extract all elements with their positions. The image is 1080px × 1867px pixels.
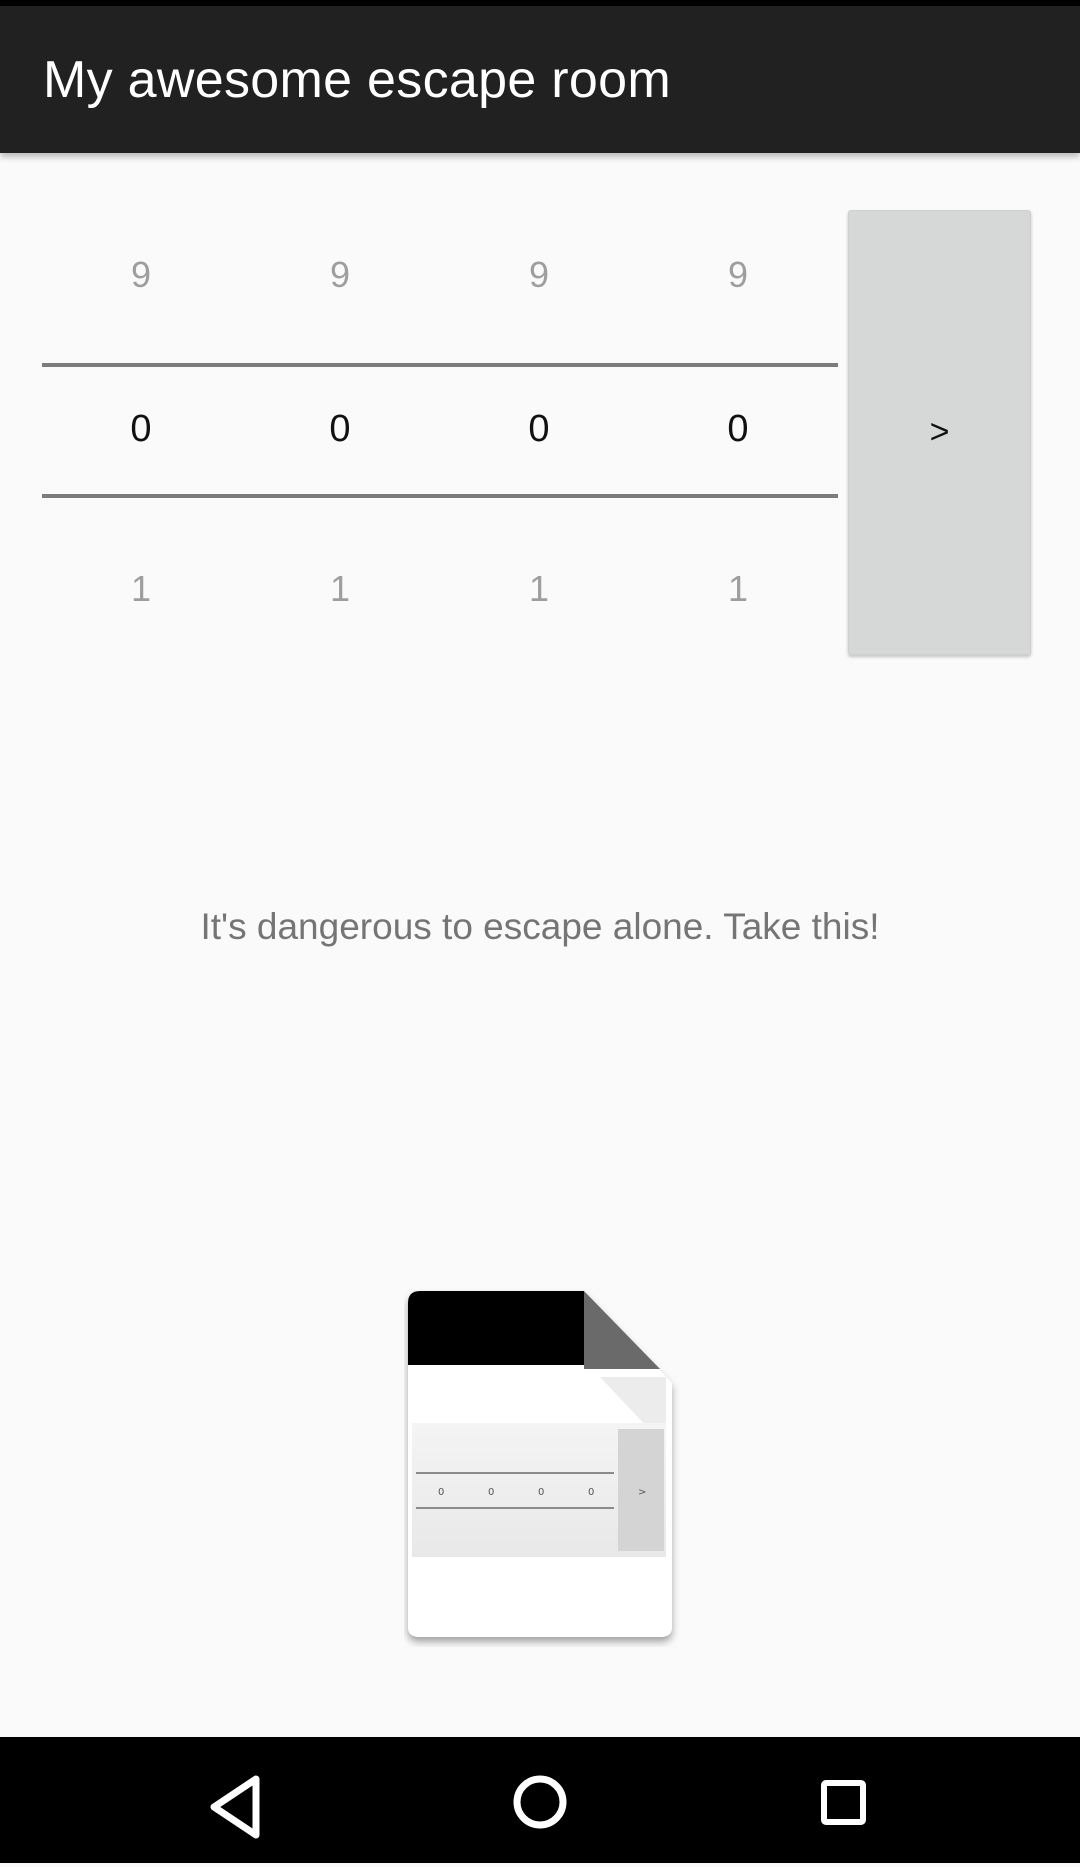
home-icon[interactable]	[460, 1737, 620, 1863]
svg-text:0: 0	[538, 1487, 544, 1498]
svg-text:0: 0	[588, 1487, 594, 1498]
digit-wheel-4[interactable]: 9 0 1	[638, 210, 838, 654]
digit-wheel-1[interactable]: 9 0 1	[41, 210, 241, 654]
picker-divider-top	[42, 363, 838, 367]
digit-wheel-prev[interactable]: 9	[638, 254, 838, 296]
recents-icon[interactable]	[764, 1737, 924, 1863]
app-bar: My awesome escape room	[0, 6, 1080, 153]
app-title: My awesome escape room	[43, 51, 671, 109]
digit-wheel-value[interactable]: 0	[439, 408, 639, 451]
digit-wheel-next[interactable]: 1	[240, 568, 440, 610]
digit-wheel-value[interactable]: 0	[240, 408, 440, 451]
digit-wheel-next[interactable]: 1	[638, 568, 838, 610]
digit-wheel-prev[interactable]: 9	[439, 254, 639, 296]
navigation-bar	[0, 1737, 1080, 1863]
digit-wheel-value[interactable]: 0	[41, 408, 241, 451]
document-icon[interactable]: 0 0 0 0 >	[404, 1287, 684, 1647]
digit-wheel-next[interactable]: 1	[439, 568, 639, 610]
svg-text:>: >	[638, 1487, 646, 1498]
picker-divider-bottom	[42, 494, 838, 498]
digit-wheel-next[interactable]: 1	[41, 568, 241, 610]
hint-text: It's dangerous to escape alone. Take thi…	[200, 906, 880, 947]
svg-text:0: 0	[438, 1487, 444, 1498]
submit-code-button[interactable]: >	[848, 210, 1031, 655]
back-icon[interactable]	[156, 1737, 316, 1863]
digit-wheel-prev[interactable]: 9	[240, 254, 440, 296]
digit-wheel-2[interactable]: 9 0 1	[240, 210, 440, 654]
digit-wheel-prev[interactable]: 9	[41, 254, 241, 296]
digit-wheel-value[interactable]: 0	[638, 408, 838, 451]
svg-text:0: 0	[488, 1487, 494, 1498]
digit-wheel-3[interactable]: 9 0 1	[439, 210, 639, 654]
